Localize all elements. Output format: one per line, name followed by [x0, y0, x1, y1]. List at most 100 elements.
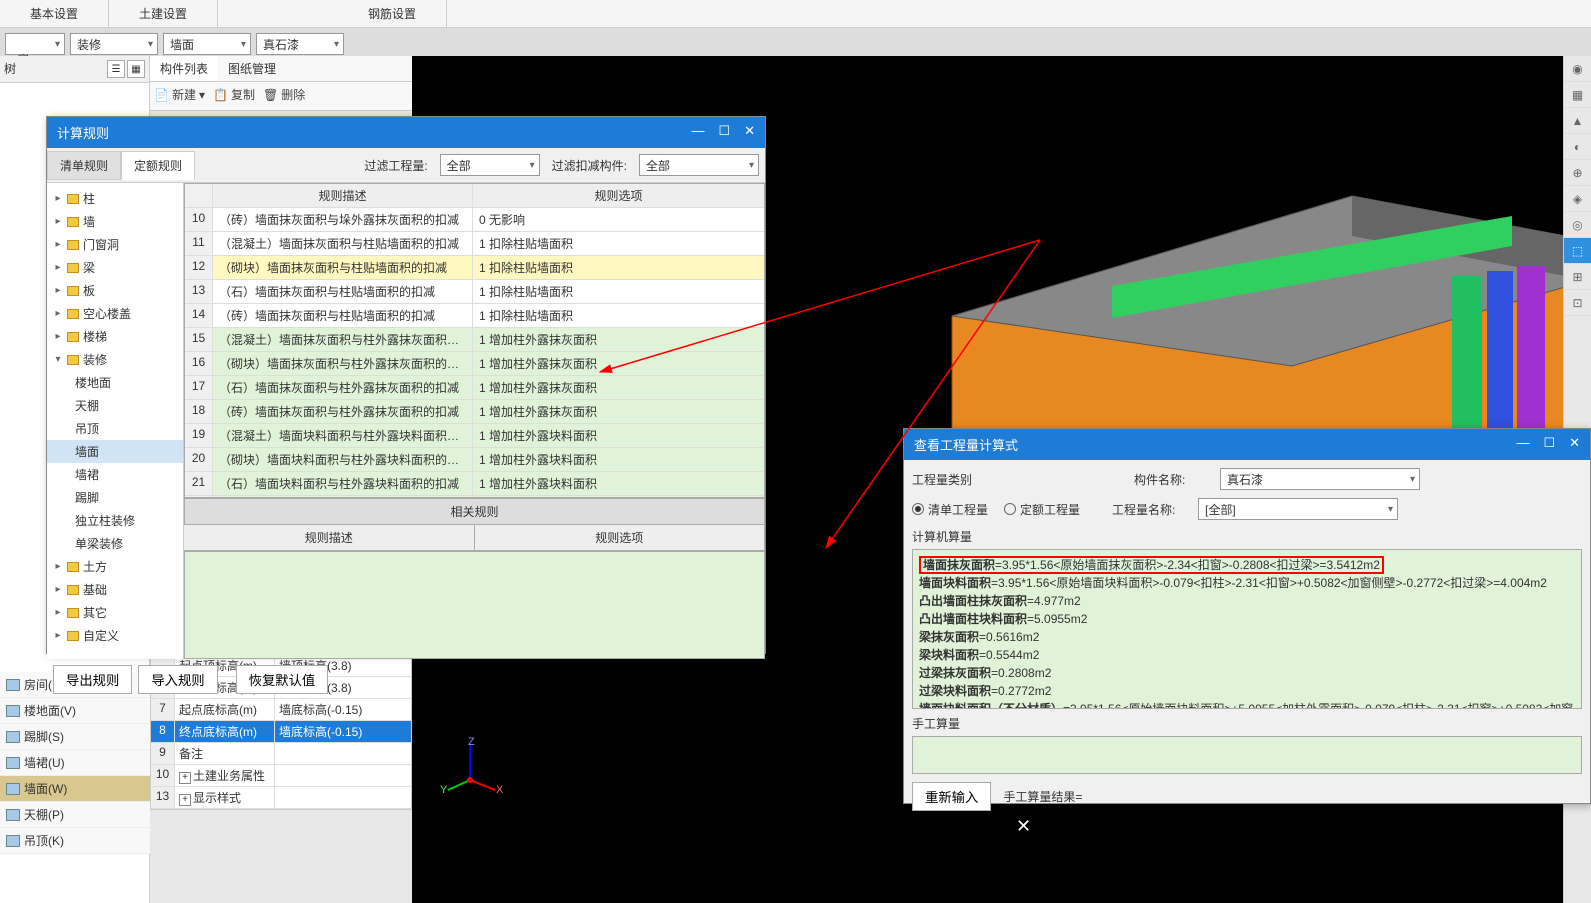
- minimize-icon[interactable]: —: [1516, 435, 1529, 454]
- tree-header: 树 ☰ ▦: [0, 56, 149, 83]
- rule-row[interactable]: 16（砌块）墙面抹灰面积与柱外露抹灰面积的扣减1 增加柱外露抹灰面积: [185, 352, 764, 376]
- dropdown-material[interactable]: 真石漆: [256, 33, 344, 55]
- tab-quota-rules[interactable]: 定额规则: [121, 151, 195, 180]
- quantity-formula-dialog: 查看工程量计算式 — ☐ ✕ 工程量类别 构件名称: 真石漆 清单工程量 定额工…: [903, 428, 1591, 804]
- side-menu-item[interactable]: 天棚(P): [0, 802, 150, 828]
- tab-civil-settings[interactable]: 土建设置: [109, 0, 218, 27]
- comp-name-dropdown[interactable]: 真石漆: [1220, 468, 1420, 490]
- rule-row[interactable]: 12（砌块）墙面抹灰面积与柱贴墙面积的扣减1 扣除柱贴墙面积: [185, 256, 764, 280]
- tab-component-list[interactable]: 构件列表: [150, 56, 218, 81]
- filter2-label: 过滤扣减构件:: [552, 157, 627, 174]
- tab-drawing-mgmt[interactable]: 图纸管理: [218, 56, 286, 81]
- right-tool-item[interactable]: ⊕: [1564, 160, 1591, 186]
- property-row[interactable]: 8终点底标高(m)墙底标高(-0.15): [151, 721, 411, 743]
- minimize-icon[interactable]: —: [691, 123, 704, 142]
- new-button[interactable]: 📄 新建 ▾: [154, 86, 205, 103]
- maximize-icon[interactable]: ☐: [1543, 435, 1555, 454]
- rule-row[interactable]: 19（混凝土）墙面块料面积与柱外露块料面积的…1 增加柱外露块料面积: [185, 424, 764, 448]
- right-tool-item[interactable]: ▦: [1564, 82, 1591, 108]
- right-tool-item[interactable]: ◎: [1564, 212, 1591, 238]
- manual-result-label: 手工算量结果=: [1003, 788, 1082, 805]
- dialog-titlebar[interactable]: 计算规则 — ☐ ✕: [47, 117, 765, 148]
- tree-node[interactable]: ▸墙: [47, 210, 183, 233]
- tree-view-btn-1[interactable]: ☰: [107, 60, 125, 78]
- property-row[interactable]: 10+土建业务属性: [151, 765, 411, 787]
- export-rules-button[interactable]: 导出规则: [53, 665, 132, 694]
- tree-view-btn-2[interactable]: ▦: [127, 60, 145, 78]
- rule-row[interactable]: 15（混凝土）墙面抹灰面积与柱外露抹灰面积的…1 增加柱外露抹灰面积: [185, 328, 764, 352]
- tree-node[interactable]: ▾装修: [47, 348, 183, 371]
- rules-table[interactable]: 规则描述 规则选项 10（砖）墙面抹灰面积与垛外露抹灰面积的扣减0 无影响11（…: [184, 183, 765, 498]
- tree-node[interactable]: 独立柱装修: [47, 509, 183, 532]
- formula-display[interactable]: 墙面抹灰面积=3.95*1.56<原始墙面抹灰面积>-2.34<扣窗>-0.28…: [912, 549, 1582, 709]
- right-tool-item[interactable]: ⬚: [1564, 238, 1591, 264]
- rule-row[interactable]: 10（砖）墙面抹灰面积与垛外露抹灰面积的扣减0 无影响: [185, 208, 764, 232]
- restore-defaults-button[interactable]: 恢复默认值: [236, 665, 329, 694]
- side-menu-item[interactable]: 踢脚(S): [0, 724, 150, 750]
- delete-button[interactable]: 🗑 删除: [263, 86, 305, 103]
- reenter-button[interactable]: 重新输入: [912, 782, 991, 811]
- side-menu-item[interactable]: 墙面(W): [0, 776, 150, 802]
- right-tool-item[interactable]: ◈: [1564, 186, 1591, 212]
- tree-node[interactable]: ▸土方: [47, 555, 183, 578]
- rule-row[interactable]: 13（石）墙面抹灰面积与柱贴墙面积的扣减1 扣除柱贴墙面积: [185, 280, 764, 304]
- tree-node[interactable]: 踢脚: [47, 486, 183, 509]
- tab-rebar-settings[interactable]: 钢筋设置: [338, 0, 447, 27]
- rule-row[interactable]: 18（砖）墙面抹灰面积与柱外露抹灰面积的扣减1 增加柱外露抹灰面积: [185, 400, 764, 424]
- tree-node[interactable]: 吊顶: [47, 417, 183, 440]
- radio-quota-qty[interactable]: 定额工程量: [1004, 501, 1080, 518]
- dropdown-category[interactable]: 装修: [70, 33, 158, 55]
- tree-node[interactable]: ▸梁: [47, 256, 183, 279]
- manual-input-box[interactable]: [912, 736, 1582, 774]
- copy-button[interactable]: 📋 复制: [213, 86, 255, 103]
- tree-node[interactable]: ▸门窗洞: [47, 233, 183, 256]
- rule-row[interactable]: 11（混凝土）墙面抹灰面积与柱贴墙面积的扣减1 扣除柱贴墙面积: [185, 232, 764, 256]
- tree-node[interactable]: 墙裙: [47, 463, 183, 486]
- import-rules-button[interactable]: 导入规则: [138, 665, 217, 694]
- rule-row[interactable]: 21（石）墙面块料面积与柱外露块料面积的扣减1 增加柱外露块料面积: [185, 472, 764, 496]
- side-menu-item[interactable]: 楼地面(V): [0, 698, 150, 724]
- rule-row[interactable]: 14（砖）墙面抹灰面积与柱贴墙面积的扣减1 扣除柱贴墙面积: [185, 304, 764, 328]
- close-icon[interactable]: ✕: [1569, 435, 1580, 454]
- tree-node[interactable]: ▸自定义: [47, 624, 183, 647]
- right-tool-item[interactable]: ▲: [1564, 108, 1591, 134]
- tree-node[interactable]: ▸空心楼盖: [47, 302, 183, 325]
- tab-basic-settings[interactable]: 基本设置: [0, 0, 109, 27]
- calc-section-label: 计算机算量: [912, 528, 1582, 545]
- filter-deduct-dropdown[interactable]: 全部: [639, 154, 759, 176]
- property-row[interactable]: 13+显示样式: [151, 787, 411, 809]
- property-row[interactable]: 9备注: [151, 743, 411, 765]
- filter-qty-dropdown[interactable]: 全部: [440, 154, 540, 176]
- calculation-rules-dialog: 计算规则 — ☐ ✕ 清单规则 定额规则 过滤工程量: 全部 过滤扣减构件: 全…: [46, 116, 766, 654]
- property-row[interactable]: 7起点底标高(m)墙底标高(-0.15): [151, 699, 411, 721]
- tree-node[interactable]: ▸柱: [47, 187, 183, 210]
- tree-node[interactable]: 楼地面: [47, 371, 183, 394]
- side-menu-item[interactable]: 吊顶(K): [0, 828, 150, 854]
- rule-row[interactable]: 20（砌块）墙面块料面积与柱外露块料面积的扣减1 增加柱外露块料面积: [185, 448, 764, 472]
- right-tool-item[interactable]: ◉: [1564, 56, 1591, 82]
- tree-node[interactable]: 单梁装修: [47, 532, 183, 555]
- dialog2-titlebar[interactable]: 查看工程量计算式 — ☐ ✕: [904, 429, 1590, 460]
- right-tool-item[interactable]: ⊡: [1564, 290, 1591, 316]
- tree-node[interactable]: 天棚: [47, 394, 183, 417]
- right-tool-item[interactable]: ◐: [1564, 134, 1591, 160]
- maximize-icon[interactable]: ☐: [718, 123, 730, 142]
- dropdown-type[interactable]: 墙面: [163, 33, 251, 55]
- tree-node[interactable]: ▸其它: [47, 601, 183, 624]
- tree-node[interactable]: 墙面: [47, 440, 183, 463]
- rule-category-tree[interactable]: ▸柱▸墙▸门窗洞▸梁▸板▸空心楼盖▸楼梯▾装修楼地面天棚吊顶墙面墙裙踢脚独立柱装…: [47, 183, 184, 659]
- close-icon[interactable]: ✕: [744, 123, 755, 142]
- rule-row[interactable]: 17（石）墙面抹灰面积与柱外露抹灰面积的扣减1 增加柱外露抹灰面积: [185, 376, 764, 400]
- tree-node[interactable]: ▸板: [47, 279, 183, 302]
- tab-list-rules[interactable]: 清单规则: [47, 151, 121, 180]
- tree-title: 树: [4, 60, 16, 78]
- radio-list-qty[interactable]: 清单工程量: [912, 501, 988, 518]
- axes-indicator: Z X Y: [440, 740, 500, 803]
- side-menu-item[interactable]: 墙裙(U): [0, 750, 150, 776]
- right-tool-item[interactable]: ⊞: [1564, 264, 1591, 290]
- tree-node[interactable]: ▸基础: [47, 578, 183, 601]
- qty-name-dropdown[interactable]: [全部]: [1198, 498, 1398, 520]
- tree-node[interactable]: ▸楼梯: [47, 325, 183, 348]
- related-col-opt: 规则选项: [475, 525, 766, 550]
- top-tab-bar: 基本设置 土建设置 钢筋设置: [0, 0, 1591, 28]
